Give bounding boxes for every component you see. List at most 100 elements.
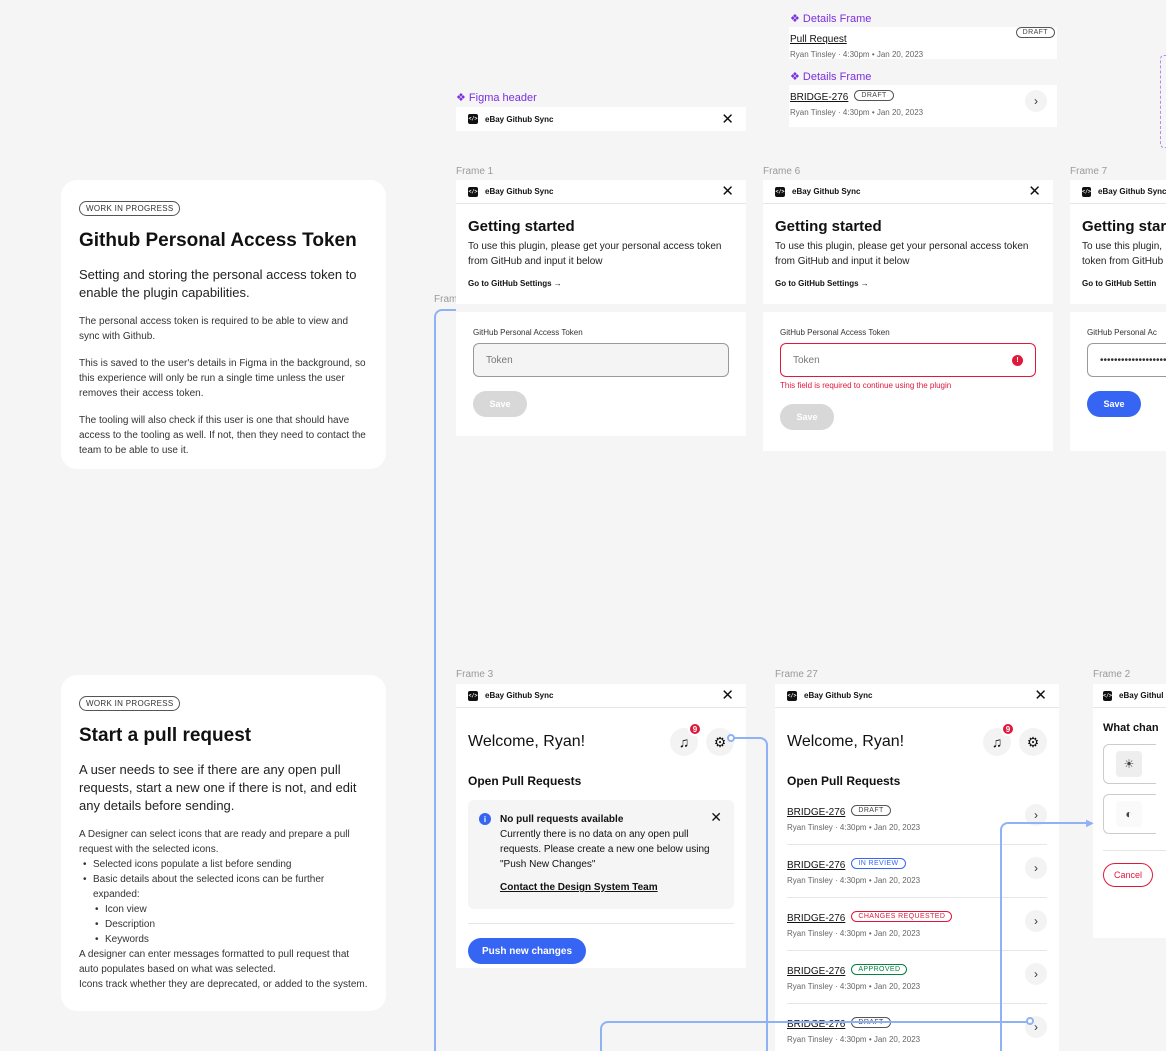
pr-id[interactable]: BRIDGE-276: [787, 860, 845, 871]
plugin-name: eBay Github Sync: [485, 187, 554, 196]
info-card-pull-request: WORK IN PROGRESS Start a pull request A …: [61, 675, 386, 1011]
bell-icon[interactable]: ♫ 9: [983, 722, 1015, 756]
page-title: Getting star: [1082, 218, 1166, 235]
flow-arrow: [730, 737, 768, 1051]
card-paragraph: The personal access token is required to…: [79, 316, 349, 342]
notification-count: 9: [1001, 722, 1015, 736]
wip-badge: WORK IN PROGRESS: [79, 201, 181, 216]
wip-badge: WORK IN PROGRESS: [79, 696, 181, 711]
code-icon: </>: [468, 186, 478, 197]
code-icon: </>: [1103, 690, 1113, 701]
error-icon: !: [1012, 354, 1023, 366]
flow-arrow: [434, 309, 456, 1051]
details-title[interactable]: BRIDGE-276: [790, 92, 848, 103]
code-icon: </>: [1082, 186, 1092, 197]
details-title[interactable]: Pull Request: [790, 34, 847, 45]
option-card[interactable]: ☀: [1103, 744, 1156, 784]
gear-icon[interactable]: ⚙: [1019, 728, 1047, 756]
list-item: Selected icons populate a list before se…: [79, 857, 368, 872]
intro-text: To use this plugin,: [1082, 241, 1163, 252]
welcome-heading: Welcome, Ryan!: [468, 733, 586, 750]
details-frame[interactable]: BRIDGE-276 DRAFT Ryan Tinsley · 4:30pm • …: [789, 85, 1057, 127]
token-placeholder: Token: [793, 354, 820, 366]
close-icon[interactable]: ✕: [721, 112, 734, 127]
card-paragraph: A Designer can select icons that are rea…: [79, 829, 350, 855]
component-outline: [1160, 55, 1166, 148]
field-label: GitHub Personal Access Token: [473, 328, 583, 337]
field-label: GitHub Personal Ac: [1087, 328, 1157, 337]
option-card[interactable]: ◐: [1103, 794, 1156, 834]
plugin-name: eBay Github Sync: [792, 187, 861, 196]
section-title: What chan: [1103, 722, 1159, 734]
close-icon[interactable]: ✕: [1028, 184, 1041, 199]
frame-label: Frame 7: [1070, 166, 1108, 177]
frame-home-empty: </> eBay Github Sync ✕ Welcome, Ryan! ♫ 9 ⚙…: [456, 684, 746, 968]
token-input[interactable]: Token!: [780, 343, 1036, 377]
chevron-right-icon[interactable]: ›: [1025, 90, 1047, 112]
pr-id[interactable]: BRIDGE-276: [787, 913, 845, 924]
details-meta: Ryan Tinsley · 4:30pm • Jan 20, 2023: [790, 108, 924, 117]
frame-getting-started-error: </> eBay Github Sync ✕ Getting started To …: [763, 180, 1053, 451]
empty-notice: i ✕ No pull requests available Currently…: [468, 800, 734, 909]
push-changes-button[interactable]: Push new changes: [468, 938, 587, 964]
plugin-name: eBay Github Sync: [804, 691, 873, 700]
save-button[interactable]: Save: [780, 404, 834, 430]
plugin-name: eBay Github Sync: [485, 114, 554, 124]
close-icon[interactable]: ✕: [710, 810, 722, 825]
token-input[interactable]: Token: [473, 343, 729, 377]
section-title: Open Pull Requests: [468, 774, 582, 788]
section-title: Open Pull Requests: [787, 774, 901, 788]
details-meta: Ryan Tinsley · 4:30pm • Jan 20, 2023: [790, 50, 924, 59]
frame-label: Frame 27: [775, 669, 818, 680]
status-badge: DRAFT: [854, 90, 894, 102]
plugin-name: eBay Githul: [1119, 691, 1164, 700]
component-label: ❖ Details Frame: [790, 13, 872, 25]
save-button[interactable]: Save: [1087, 391, 1141, 417]
notice-title: No pull requests available: [500, 814, 624, 825]
cancel-button[interactable]: Cancel: [1103, 863, 1154, 887]
card-title: Start a pull request: [79, 725, 252, 746]
status-badge: DRAFT: [851, 805, 891, 817]
pr-id[interactable]: BRIDGE-276: [787, 807, 845, 818]
status-badge: DRAFT: [1015, 27, 1055, 38]
status-badge: IN REVIEW: [851, 858, 906, 870]
intro-text: To use this plugin, please get your pers…: [775, 241, 1029, 267]
card-lead: Setting and storing the personal access …: [79, 267, 357, 300]
frame-label: Frame 3: [456, 669, 494, 680]
pr-id[interactable]: BRIDGE-276: [787, 966, 845, 977]
details-frame[interactable]: Pull Request DRAFT Ryan Tinsley · 4:30pm…: [789, 27, 1057, 59]
github-settings-link[interactable]: Go to GitHub Settings →: [468, 279, 734, 288]
notification-count: 9: [688, 722, 702, 736]
intro-text: token from GitHub: [1082, 256, 1164, 267]
frame-getting-started-filled: </> eBay Github Sync Getting star To use …: [1070, 180, 1166, 451]
status-badge: CHANGES REQUESTED: [851, 911, 953, 923]
github-settings-link[interactable]: Go to GitHub Settin: [1082, 279, 1156, 288]
github-settings-link[interactable]: Go to GitHub Settings →: [775, 279, 1041, 288]
close-icon[interactable]: ✕: [721, 184, 734, 199]
list-item: Basic details about the selected icons c…: [79, 872, 368, 902]
bell-icon[interactable]: ♫ 9: [670, 722, 702, 756]
code-icon: </>: [787, 690, 797, 701]
contrast-icon: ◐: [1116, 801, 1142, 827]
welcome-heading: Welcome, Ryan!: [787, 733, 905, 750]
save-button[interactable]: Save: [473, 391, 527, 417]
frame-select-changes: </> eBay Githul What chan ☀ ◐ Cancel: [1093, 684, 1166, 938]
code-icon: </>: [468, 690, 478, 701]
flow-arrow: [1000, 822, 1092, 1051]
contact-team-link[interactable]: Contact the Design System Team: [500, 880, 722, 895]
close-icon[interactable]: ✕: [1034, 688, 1047, 703]
arrow-head-icon: ▶: [1086, 818, 1094, 829]
card-paragraph: This is saved to the user's details in F…: [79, 358, 366, 399]
error-message: This field is required to continue using…: [780, 381, 952, 390]
frame-getting-started-empty: </> eBay Github Sync ✕ Getting started To …: [456, 180, 746, 436]
list-item: Icon view: [79, 902, 368, 917]
info-card-access-token: WORK IN PROGRESS Github Personal Access …: [61, 180, 386, 469]
status-badge: APPROVED: [851, 964, 908, 976]
close-icon[interactable]: ✕: [721, 688, 734, 703]
info-icon: i: [479, 813, 491, 825]
lightbulb-icon: ☀: [1116, 751, 1142, 777]
frame-label: Frame 1: [456, 166, 494, 177]
connector-dot: [727, 734, 735, 742]
card-title: Github Personal Access Token: [79, 230, 357, 251]
token-input[interactable]: ••••••••••••••••••••: [1087, 343, 1166, 377]
